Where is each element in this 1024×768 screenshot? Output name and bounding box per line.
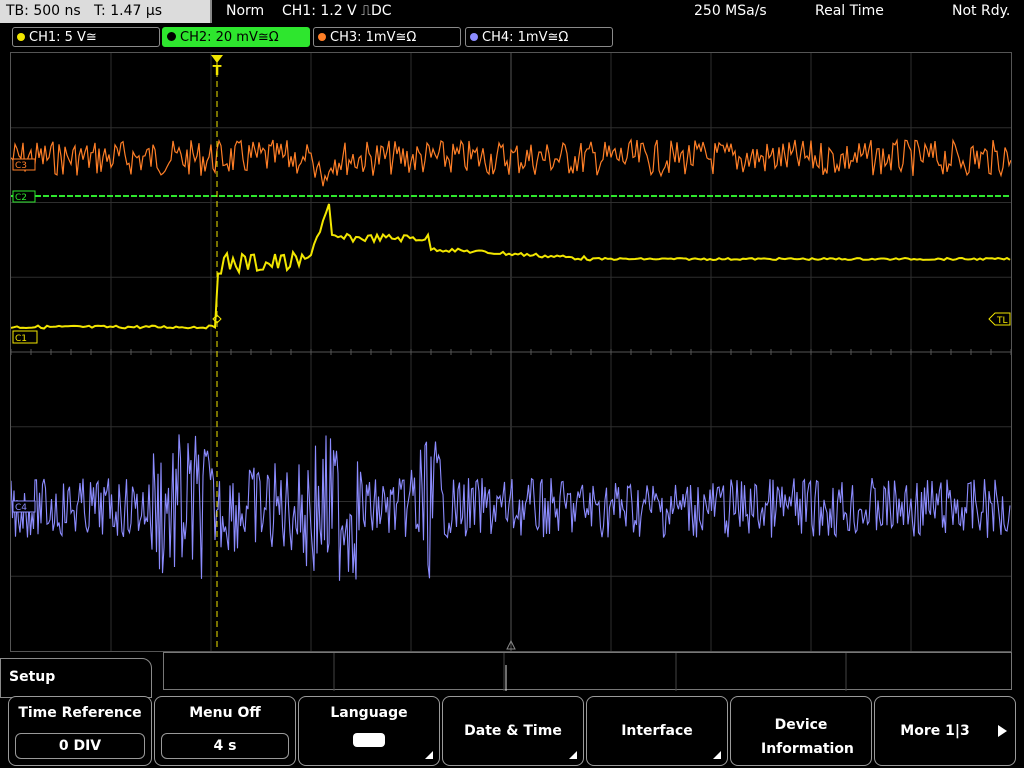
ch3-label: CH3: 1mV≅Ω	[330, 30, 417, 45]
more-label: More 1|3	[900, 723, 970, 739]
acquisition-mode: Real Time	[815, 3, 884, 19]
ch2-marker-label: C2	[15, 193, 27, 203]
time-reference-label: Time Reference	[18, 705, 142, 721]
time-reference-value: 0 DIV	[15, 733, 145, 759]
ch2-label: CH2: 20 mV≅Ω	[180, 30, 279, 45]
language-button[interactable]: Language	[298, 696, 440, 766]
date-time-label: Date & Time	[464, 723, 562, 739]
softkey-bar: Time Reference 0 DIV Menu Off 4 s Langua…	[0, 696, 1024, 768]
channel-tab-ch1[interactable]: CH1: 5 V≅	[12, 27, 160, 47]
waveform-svg: T C3 C2 C1 C4 TL	[11, 53, 1011, 651]
ch3-color-icon	[318, 33, 326, 41]
ch3-offset-marker[interactable]: C3	[12, 158, 36, 171]
arrow-right-icon	[998, 725, 1007, 737]
menu-title: Setup	[9, 669, 56, 685]
speech-bubble-icon	[299, 729, 439, 747]
status-bar: TB: 500 ns T: 1.47 µs Norm CH1: 1.2 V ⎍D…	[0, 0, 1024, 24]
device-information-label: Device Information	[761, 717, 854, 757]
language-label: Language	[330, 705, 408, 721]
rising-edge-icon: ⎍	[361, 3, 371, 19]
trigger-mode: Norm	[226, 3, 265, 19]
timebase-value: TB: 500 ns	[6, 3, 81, 19]
ch1-marker-label: C1	[15, 334, 27, 344]
menu-off-value: 4 s	[161, 733, 289, 759]
ch2-color-icon	[167, 32, 176, 41]
graticule	[11, 53, 1011, 651]
channel-tabs: CH1: 5 V≅ CH2: 20 mV≅Ω CH3: 1mV≅Ω CH4: 1…	[0, 27, 1024, 48]
device-information-button[interactable]: Device Information	[730, 696, 872, 766]
ch4-offset-marker[interactable]: C4	[12, 500, 36, 513]
trigger-info: CH1: 1.2 V ⎍DC	[282, 0, 392, 23]
acquisition-status: Not Rdy.	[952, 3, 1011, 19]
ch1-label: CH1: 5 V≅	[29, 30, 97, 45]
submenu-indicator-icon	[569, 751, 577, 759]
ch4-color-icon	[470, 33, 478, 41]
date-time-button[interactable]: Date & Time	[442, 696, 584, 766]
submenu-indicator-icon	[425, 751, 433, 759]
interface-button[interactable]: Interface	[586, 696, 728, 766]
channel-tab-ch2[interactable]: CH2: 20 mV≅Ω	[162, 27, 310, 47]
menu-title-tab: Setup	[0, 658, 152, 698]
menu-off-button[interactable]: Menu Off 4 s	[154, 696, 296, 766]
trigger-time-value: T: 1.47 µs	[94, 3, 163, 19]
waveform-display[interactable]: T C3 C2 C1 C4 TL	[10, 52, 1012, 652]
overview-svg	[333, 653, 847, 691]
submenu-indicator-icon	[713, 751, 721, 759]
trigger-level-marker[interactable]: TL	[988, 312, 1011, 326]
channel-tab-ch3[interactable]: CH3: 1mV≅Ω	[313, 27, 461, 47]
more-button[interactable]: More 1|3	[874, 696, 1016, 766]
sample-rate: 250 MSa/s	[694, 3, 767, 19]
menu-off-label: Menu Off	[189, 705, 261, 721]
ch3-marker-label: C3	[15, 161, 27, 171]
overview-bar[interactable]	[163, 652, 1012, 691]
trigger-level-label: TL	[996, 316, 1008, 326]
ch4-marker-label: C4	[15, 503, 27, 513]
ch2-offset-marker[interactable]: C2	[12, 190, 36, 203]
trigger-position-marker[interactable]: T	[211, 55, 223, 79]
trigger-coupling: DC	[370, 3, 392, 19]
timebase-box[interactable]: TB: 500 ns T: 1.47 µs	[0, 0, 212, 23]
ch4-label: CH4: 1mV≅Ω	[482, 30, 569, 45]
channel-tab-ch4[interactable]: CH4: 1mV≅Ω	[465, 27, 613, 47]
ch1-color-icon	[17, 33, 25, 41]
trigger-source-level: CH1: 1.2 V	[282, 3, 357, 19]
trigger-marker-label: T	[213, 64, 222, 79]
interface-label: Interface	[621, 723, 693, 739]
ch1-offset-marker[interactable]: C1	[12, 330, 38, 344]
time-reference-button[interactable]: Time Reference 0 DIV	[8, 696, 152, 766]
